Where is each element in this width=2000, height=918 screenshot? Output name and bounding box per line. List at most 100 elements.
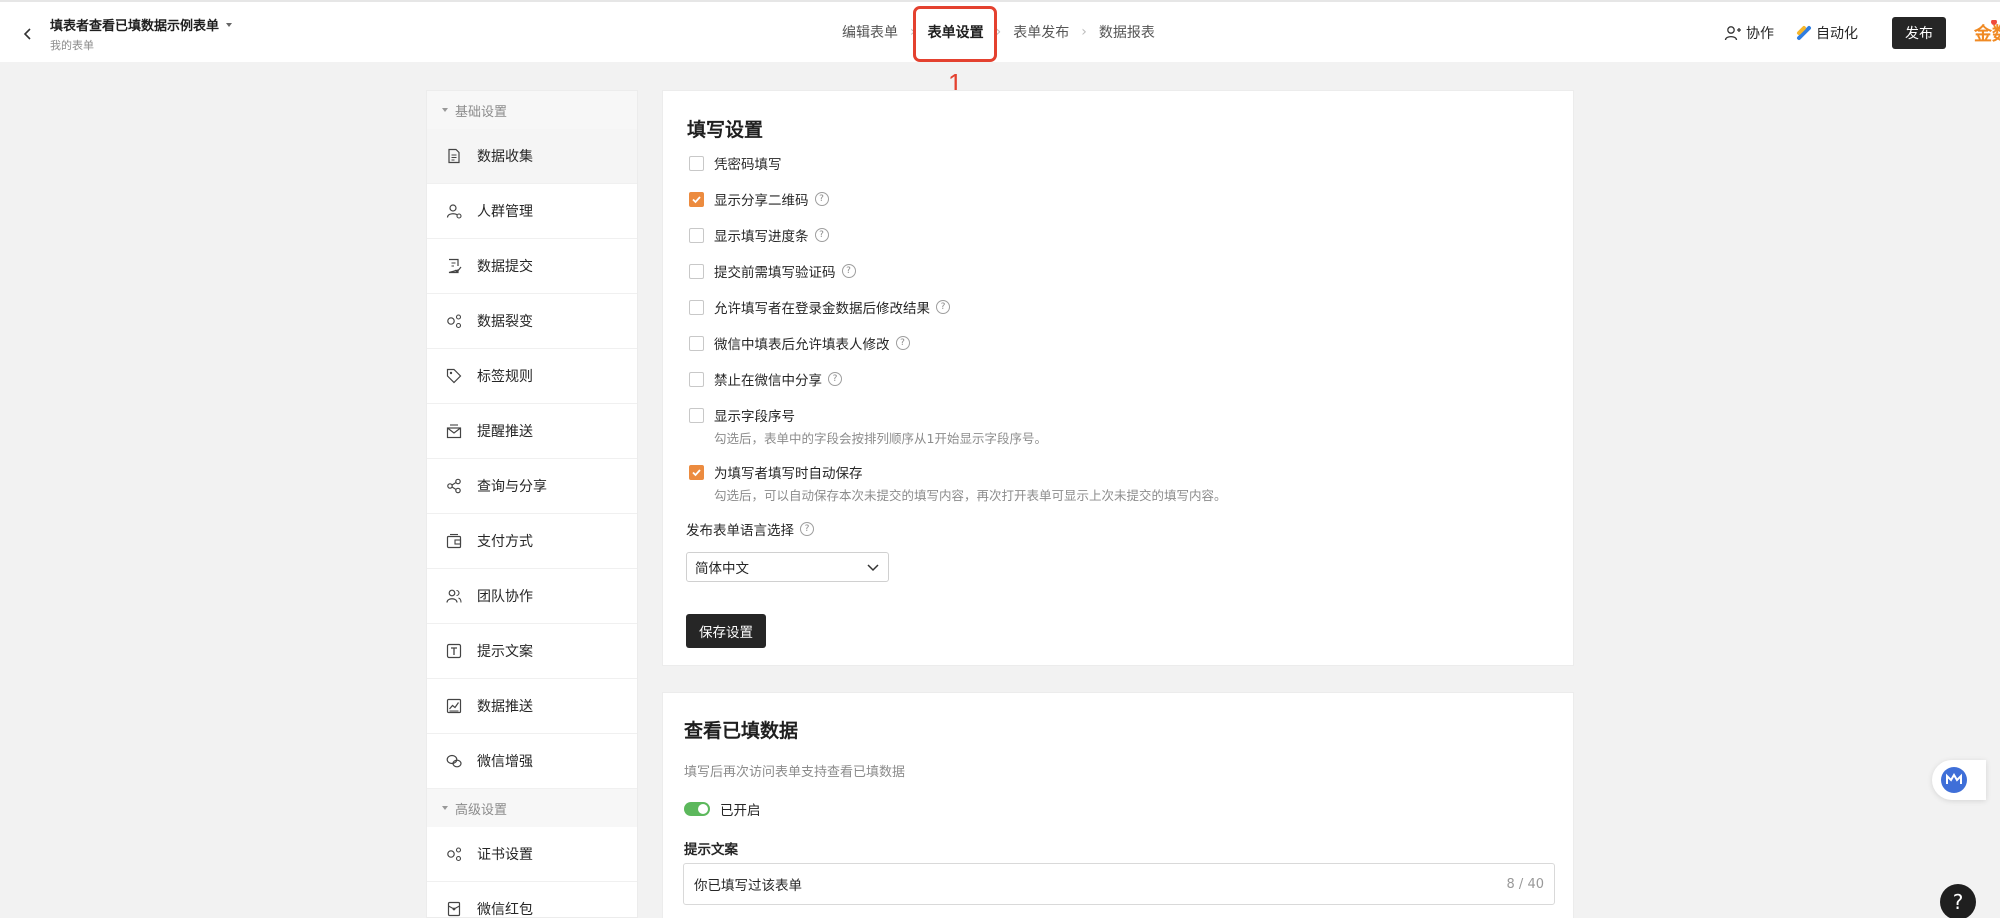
view-data-toggle[interactable] (684, 802, 710, 816)
chevron-left-icon (23, 28, 31, 40)
chart-icon (445, 697, 463, 715)
help-icon[interactable]: ? (814, 228, 829, 242)
sidebar-item-data-push[interactable]: 数据推送 (427, 679, 637, 734)
sidebar-item-label: 提示文案 (477, 644, 533, 660)
option-share-qrcode[interactable]: 显示分享二维码 ? (689, 189, 829, 209)
sidebar-item-label: 数据收集 (477, 149, 533, 165)
checkbox[interactable] (689, 335, 704, 351)
sidebar-item-label: 数据裂变 (477, 314, 533, 330)
option-forbid-wechat-share[interactable]: 禁止在微信中分享 ? (689, 369, 842, 389)
char-counter: 8 / 40 (1506, 876, 1544, 892)
language-select[interactable]: 简体中文 (686, 552, 889, 582)
sidebar-section-advanced[interactable]: 高级设置 (427, 789, 637, 827)
fill-settings-title: 填写设置 (687, 119, 764, 141)
tag-icon (445, 367, 463, 385)
wallet-icon (445, 532, 463, 550)
publish-button[interactable]: 发布 (1892, 17, 1946, 49)
option-label: 凭密码填写 (714, 157, 782, 173)
sidebar-item-label: 数据推送 (477, 699, 533, 715)
sidebar-item-label: 查询与分享 (477, 479, 547, 495)
sidebar-item-query-share[interactable]: 查询与分享 (427, 459, 637, 514)
option-progress-bar[interactable]: 显示填写进度条 ? (689, 225, 829, 245)
wechat-icon (445, 752, 463, 770)
option-password-fill[interactable]: 凭密码填写 (689, 153, 782, 173)
help-icon[interactable]: ? (800, 522, 814, 536)
sidebar-item-team[interactable]: 团队协作 (427, 569, 637, 624)
language-label: 发布表单语言选择 (686, 523, 794, 539)
hint-text-label: 提示文案 (684, 842, 738, 858)
highlight-box-1 (913, 6, 997, 62)
checkbox[interactable] (689, 155, 704, 171)
tab-edit-form[interactable]: 编辑表单 (830, 22, 910, 42)
text-icon (445, 642, 463, 660)
form-title[interactable]: 填表者查看已填数据示例表单 (50, 15, 233, 34)
sidebar-section-basic[interactable]: 基础设置 (427, 91, 637, 129)
view-data-card: 查看已填数据 填写后再次访问表单支持查看已填数据 已开启 提示文案 你已填写过该… (662, 692, 1574, 918)
sidebar-item-payment[interactable]: 支付方式 (427, 514, 637, 569)
user-manage-icon (445, 202, 463, 220)
check-icon (692, 468, 701, 476)
option-label: 显示分享二维码 (714, 193, 809, 209)
sidebar-item-hint-text[interactable]: 提示文案 (427, 624, 637, 679)
sidebar-item-red-packet[interactable]: 微信红包 (427, 882, 637, 918)
chevron-down-icon (867, 564, 879, 572)
sidebar-item-label: 支付方式 (477, 534, 533, 550)
caret-down-icon (226, 22, 233, 27)
checkbox[interactable] (689, 371, 704, 387)
sidebar-item-certificate[interactable]: 证书设置 (427, 827, 637, 882)
checkbox[interactable] (689, 263, 704, 279)
breadcrumb[interactable]: 我的表单 (50, 37, 94, 53)
sidebar-item-data-collection[interactable]: 数据收集 (427, 129, 637, 184)
settings-sidebar: 基础设置 数据收集 人群管理 数据提交 数据裂变 标签规则 提醒推送 查询与分享… (426, 90, 638, 918)
checkbox[interactable] (689, 227, 704, 243)
option-label: 微信中填表后允许填表人修改 (714, 337, 890, 353)
collaborate-button[interactable]: 协作 (1724, 23, 1774, 43)
sidebar-item-data-submit[interactable]: 数据提交 (427, 239, 637, 294)
view-data-toggle-row[interactable]: 已开启 (684, 799, 761, 819)
help-button[interactable]: ? (1940, 884, 1976, 918)
option-wechat-modify[interactable]: 微信中填表后允许填表人修改 ? (689, 333, 910, 353)
option-captcha[interactable]: 提交前需填写验证码 ? (689, 261, 856, 281)
help-icon[interactable]: ? (936, 300, 950, 314)
sidebar-item-reminder-push[interactable]: 提醒推送 (427, 404, 637, 459)
collaborate-label: 协作 (1746, 26, 1774, 42)
checkbox-checked[interactable] (689, 464, 704, 480)
tab-form-publish[interactable]: 表单发布 (1001, 22, 1081, 42)
help-icon[interactable]: ? (814, 192, 829, 206)
red-packet-icon (445, 900, 463, 918)
certificate-icon (445, 845, 463, 863)
assistant-float-button[interactable] (1932, 760, 1986, 800)
sidebar-section-label: 基础设置 (455, 104, 508, 120)
sidebar-section-label: 高级设置 (455, 802, 508, 818)
automation-button[interactable]: 自动化 (1796, 23, 1858, 43)
help-icon[interactable]: ? (828, 372, 842, 386)
sidebar-item-wechat[interactable]: 微信增强 (427, 734, 637, 789)
sidebar-item-label: 微信红包 (477, 902, 533, 918)
mail-icon (445, 422, 463, 440)
tab-data-report[interactable]: 数据报表 (1087, 22, 1167, 42)
automation-label: 自动化 (1816, 26, 1858, 42)
fill-settings-card: 填写设置 凭密码填写 显示分享二维码 ? 显示填写进度条 ? 提交前需填写验证码… (662, 90, 1574, 666)
add-user-icon (1724, 26, 1741, 41)
help-icon[interactable]: ? (895, 336, 910, 350)
sidebar-item-data-fission[interactable]: 数据裂变 (427, 294, 637, 349)
caret-down-icon (442, 108, 448, 112)
checkbox[interactable] (689, 299, 704, 315)
checkbox-checked[interactable] (689, 191, 704, 207)
save-settings-button[interactable]: 保存设置 (686, 614, 766, 648)
sidebar-item-label: 人群管理 (477, 204, 533, 220)
option-auto-save[interactable]: 为填写者填写时自动保存 (689, 462, 863, 482)
hint-text-input[interactable]: 你已填写过该表单 8 / 40 (683, 863, 1555, 905)
sidebar-item-label: 证书设置 (477, 847, 533, 863)
option-label: 提交前需填写验证码 (714, 265, 836, 281)
checkbox[interactable] (689, 407, 704, 423)
help-icon[interactable]: ? (841, 264, 856, 278)
sidebar-item-tag-rules[interactable]: 标签规则 (427, 349, 637, 404)
team-icon (445, 587, 463, 605)
option-field-number[interactable]: 显示字段序号 (689, 405, 795, 425)
sidebar-item-crowd-manage[interactable]: 人群管理 (427, 184, 637, 239)
option-modify-after-login[interactable]: 允许填写者在登录金数据后修改结果 ? (689, 297, 950, 317)
avatar[interactable]: 金数 (1974, 20, 2000, 46)
back-button[interactable] (16, 22, 40, 46)
automation-icon (1797, 26, 1811, 40)
